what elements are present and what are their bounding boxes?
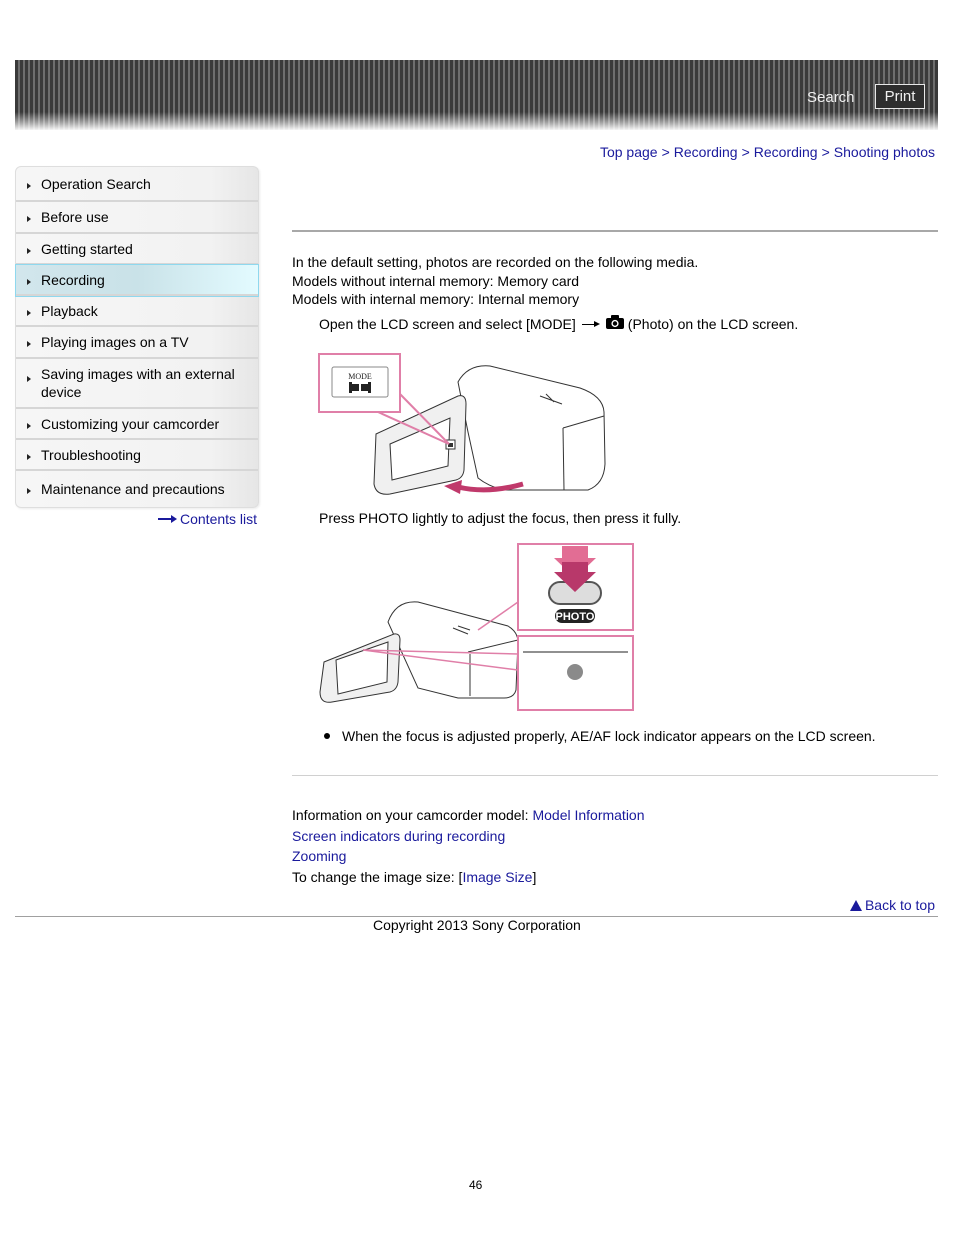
caret-right-icon: [27, 182, 31, 189]
sidebar-item-recording[interactable]: Recording: [15, 264, 259, 297]
sidebar-item-label: Getting started: [41, 240, 133, 257]
arrow-right-icon: [581, 319, 600, 329]
sidebar-item-playing-images-tv[interactable]: Playing images on a TV: [16, 327, 258, 359]
breadcrumb-recording-sub[interactable]: Recording: [754, 144, 818, 160]
breadcrumb-top-page[interactable]: Top page: [600, 144, 658, 160]
breadcrumb-recording[interactable]: Recording: [674, 144, 738, 160]
sidebar-item-label: Playback: [41, 302, 98, 319]
sidebar-item-operation-search[interactable]: Operation Search: [16, 167, 258, 202]
figure-press-photo: PHOTO: [319, 543, 634, 711]
camera-icon: [605, 315, 624, 329]
breadcrumb-separator: >: [661, 144, 670, 160]
photo-button-label: PHOTO: [556, 611, 595, 623]
caret-right-icon: [27, 453, 31, 460]
model-information-link[interactable]: Model Information: [532, 807, 644, 823]
section-divider: [292, 775, 938, 776]
step-1-text-before: Open the LCD screen and select [MODE]: [319, 316, 576, 332]
figure-open-lcd: MODE: [318, 353, 606, 495]
related-image-size: To change the image size: [Image Size]: [292, 867, 645, 888]
step-1-text-after: (Photo) on the LCD screen.: [627, 316, 799, 332]
sidebar-item-customizing[interactable]: Customizing your camcorder: [16, 409, 258, 440]
intro-line: Models with internal memory: Internal me…: [292, 291, 580, 307]
caret-right-icon: [27, 422, 31, 429]
title-divider: [292, 230, 938, 232]
caret-right-icon: [27, 341, 31, 347]
sidebar-item-troubleshooting[interactable]: Troubleshooting: [16, 440, 258, 471]
step-2: Press PHOTO lightly to adjust the focus,…: [319, 510, 682, 526]
sidebar-item-label: Operation Search: [41, 175, 151, 192]
caret-right-icon: [27, 309, 31, 316]
note-item: When the focus is adjusted properly, AE/…: [324, 728, 876, 744]
page-number: 46: [469, 1178, 483, 1192]
photo-button-illustration: PHOTO: [548, 546, 602, 623]
image-size-link[interactable]: Image Size: [462, 869, 532, 885]
caret-right-icon: [27, 488, 31, 494]
sidebar-item-label: Recording: [41, 271, 105, 288]
back-to-top-link[interactable]: Back to top: [849, 897, 935, 913]
print-button[interactable]: Print: [875, 84, 925, 109]
caret-right-icon: [27, 247, 31, 254]
related-model-info: Information on your camcorder model: Mod…: [292, 805, 645, 826]
breadcrumb-shooting-photos[interactable]: Shooting photos: [834, 144, 935, 160]
screen-indicators-link[interactable]: Screen indicators during recording: [292, 828, 505, 844]
focus-indicator-illustration: [523, 651, 628, 680]
intro-line: In the default setting, photos are recor…: [292, 254, 699, 270]
image-size-suffix: ]: [532, 869, 537, 886]
step-1: Open the LCD screen and select [MODE] (P…: [319, 315, 799, 332]
intro-line: Models without internal memory: Memory c…: [292, 272, 580, 289]
intro-text: In the default setting, photos are recor…: [292, 253, 698, 309]
sidebar-item-playback[interactable]: Playback: [16, 296, 258, 327]
lcd-panel-illustration: [319, 633, 401, 703]
breadcrumb-separator: >: [821, 144, 830, 160]
sidebar-item-label: Customizing your camcorder: [41, 415, 220, 432]
sidebar-item-label: Maintenance and precautions: [41, 481, 225, 497]
sidebar-item-label: Troubleshooting: [41, 446, 141, 463]
mode-label: MODE: [348, 372, 372, 381]
related-topics: Information on your camcorder model: Mod…: [292, 805, 645, 888]
back-to-top-label: Back to top: [864, 897, 935, 913]
zooming-link[interactable]: Zooming: [292, 848, 346, 864]
sidebar-item-label: Saving images with an external device: [41, 366, 235, 400]
lcd-panel-illustration: [373, 395, 467, 495]
caret-right-icon: [27, 376, 31, 382]
sidebar-item-label: Playing images on a TV: [41, 334, 189, 350]
breadcrumb: Top page > Recording > Recording > Shooting ph…: [600, 144, 935, 160]
triangle-up-icon: [849, 899, 862, 911]
breadcrumb-separator: >: [741, 144, 750, 160]
sidebar-item-getting-started[interactable]: Getting started: [16, 234, 258, 265]
search-link[interactable]: Search: [807, 89, 855, 106]
contents-list-link[interactable]: Contents list: [158, 511, 257, 527]
copyright: Copyright 2013 Sony Corporation: [373, 917, 581, 933]
sidebar-item-saving-images-external[interactable]: Saving images with an external device: [16, 359, 258, 409]
header-bar: Search Print: [15, 60, 938, 130]
image-size-prefix: To change the image size: [: [292, 869, 463, 886]
contents-list-label: Contents list: [180, 511, 258, 527]
sidebar-item-before-use[interactable]: Before use: [16, 202, 258, 234]
camcorder-body-illustration: [457, 365, 606, 491]
sidebar-item-label: Before use: [41, 209, 109, 225]
bullet-icon: [324, 733, 330, 739]
note-text: When the focus is adjusted properly, AE/…: [342, 728, 876, 744]
arrow-right-icon: [158, 514, 178, 524]
sidebar-nav: Operation Search Before use Getting star…: [15, 166, 259, 508]
sidebar-item-maintenance[interactable]: Maintenance and precautions: [16, 471, 258, 507]
model-info-prefix: Information on your camcorder model:: [292, 807, 533, 823]
caret-right-icon: [27, 278, 31, 285]
caret-right-icon: [27, 216, 31, 222]
